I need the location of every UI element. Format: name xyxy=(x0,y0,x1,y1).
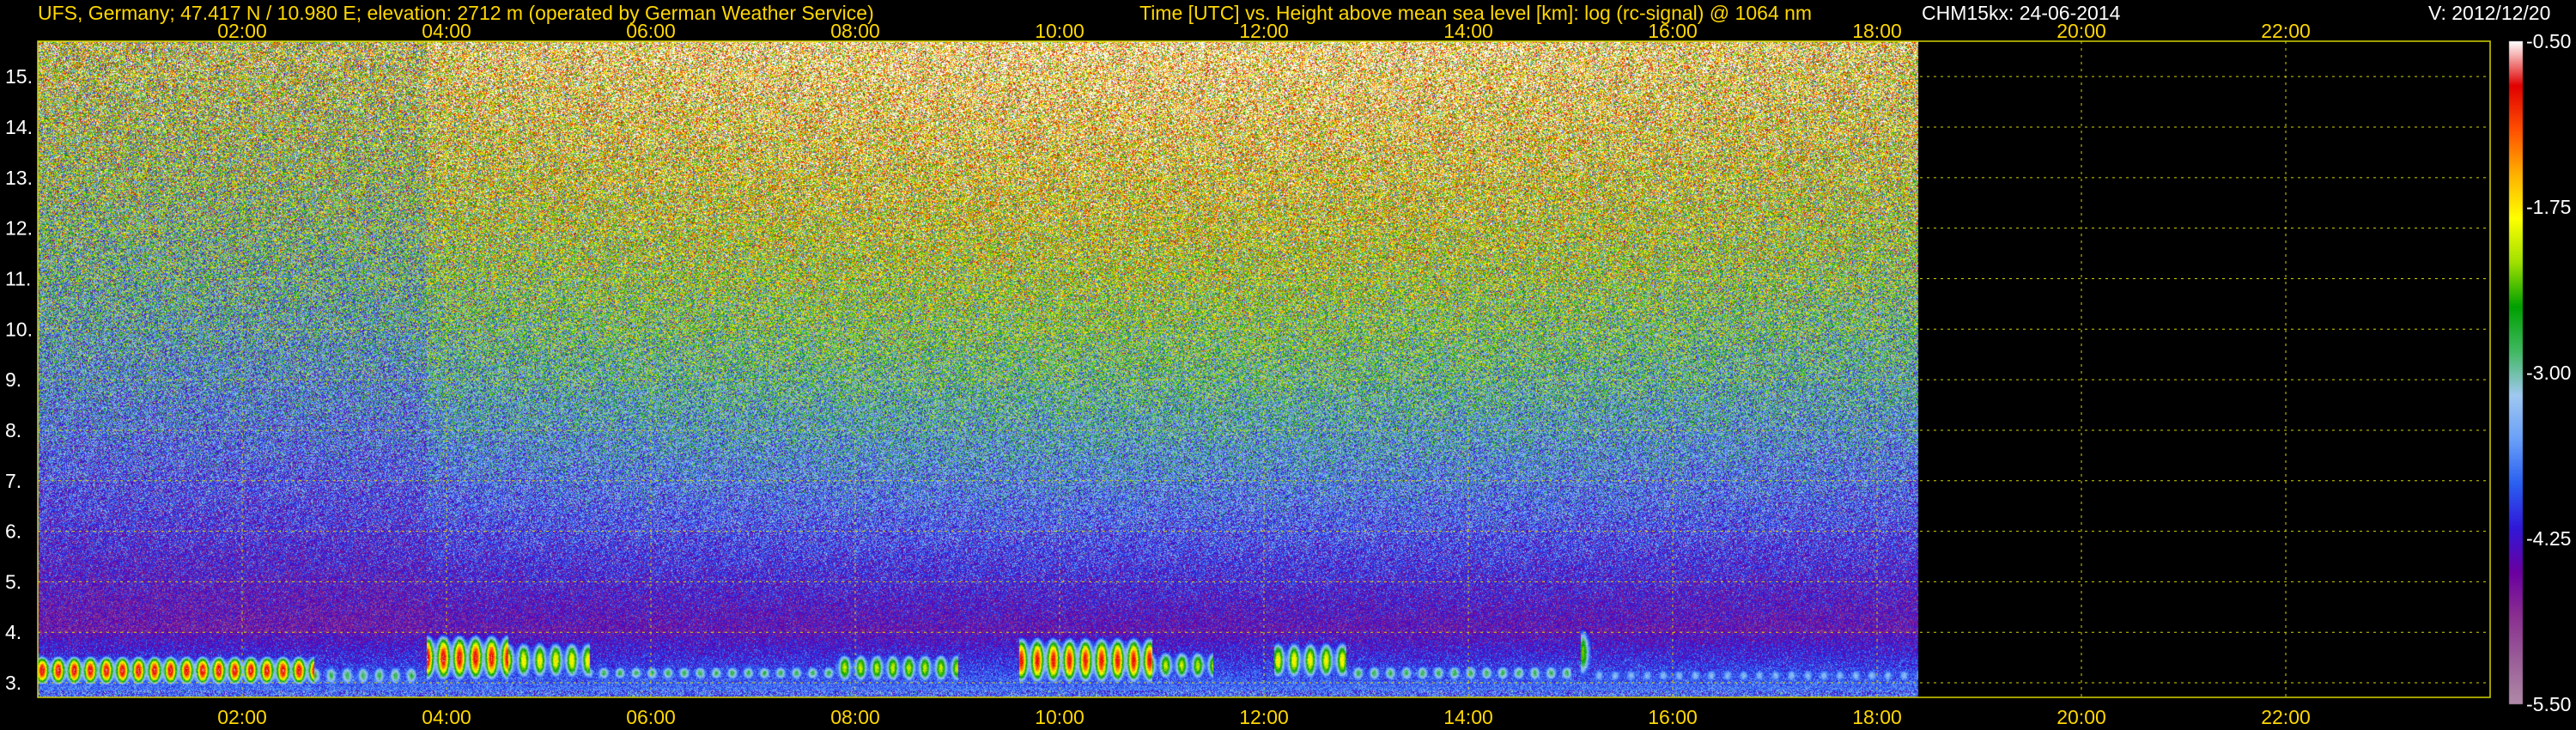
x-tick-label: 20:00 xyxy=(2057,20,2106,42)
x-tick-label: 22:00 xyxy=(2261,20,2311,42)
colorbar-tick-label: -5.50 xyxy=(2526,693,2571,715)
x-tick-label: 12:00 xyxy=(1239,706,1289,728)
y-tick-label: 15. xyxy=(5,65,33,88)
version-label: V: 2012/12/20 xyxy=(2428,2,2550,24)
colorbar-tick-label: -3.00 xyxy=(2526,362,2571,384)
x-tick-label: 20:00 xyxy=(2057,706,2106,728)
x-tick-labels-bottom: 02:00 04:00 06:00 08:00 10:00 12:00 14:00 16:00… xyxy=(217,706,2311,728)
colorbar-tick-label: -1.75 xyxy=(2526,196,2571,218)
colorbar-tick-labels: -0.50 -1.75 -3.00 -4.25 -5.50 xyxy=(2526,30,2571,715)
x-tick-label: 18:00 xyxy=(1852,20,1902,42)
x-tick-label: 02:00 xyxy=(217,706,267,728)
y-tick-labels: 3. 4. 5. 6. 7. 8. 9. 10. 11. 12. 13. 14. 15. xyxy=(5,65,33,694)
x-tick-label: 10:00 xyxy=(1035,20,1084,42)
colorbar-tick-label: -4.25 xyxy=(2526,527,2571,550)
y-tick-label: 14. xyxy=(5,116,33,138)
y-tick-label: 7. xyxy=(5,470,21,492)
y-tick-label: 6. xyxy=(5,520,21,543)
x-tick-label: 06:00 xyxy=(626,706,676,728)
y-tick-label: 13. xyxy=(5,167,33,189)
x-tick-label: 06:00 xyxy=(626,20,676,42)
y-tick-label: 9. xyxy=(5,368,21,391)
x-tick-label: 04:00 xyxy=(422,20,471,42)
x-tick-label: 10:00 xyxy=(1035,706,1084,728)
x-tick-label: 14:00 xyxy=(1443,20,1493,42)
x-tick-label: 02:00 xyxy=(217,20,267,42)
colorbar-tick-label: -0.50 xyxy=(2526,30,2571,52)
x-tick-label: 14:00 xyxy=(1443,706,1493,728)
x-tick-label: 16:00 xyxy=(1648,706,1698,728)
y-tick-label: 3. xyxy=(5,672,21,694)
x-tick-label: 08:00 xyxy=(830,706,880,728)
y-tick-label: 5. xyxy=(5,570,21,593)
x-tick-label: 16:00 xyxy=(1648,20,1698,42)
y-tick-label: 8. xyxy=(5,419,21,441)
x-tick-label: 12:00 xyxy=(1239,20,1289,42)
y-tick-label: 11. xyxy=(5,267,31,289)
grid-lines xyxy=(38,41,2490,697)
x-tick-label: 18:00 xyxy=(1852,706,1902,728)
y-tick-label: 10. xyxy=(5,318,33,340)
x-tick-label: 04:00 xyxy=(422,706,471,728)
plot-overlay: UFS, Germany; 47.417 N / 10.980 E; eleva… xyxy=(5,2,2571,728)
x-tick-label: 08:00 xyxy=(830,20,880,42)
y-tick-label: 12. xyxy=(5,217,33,240)
x-tick-label: 22:00 xyxy=(2261,706,2311,728)
y-tick-label: 4. xyxy=(5,621,21,643)
